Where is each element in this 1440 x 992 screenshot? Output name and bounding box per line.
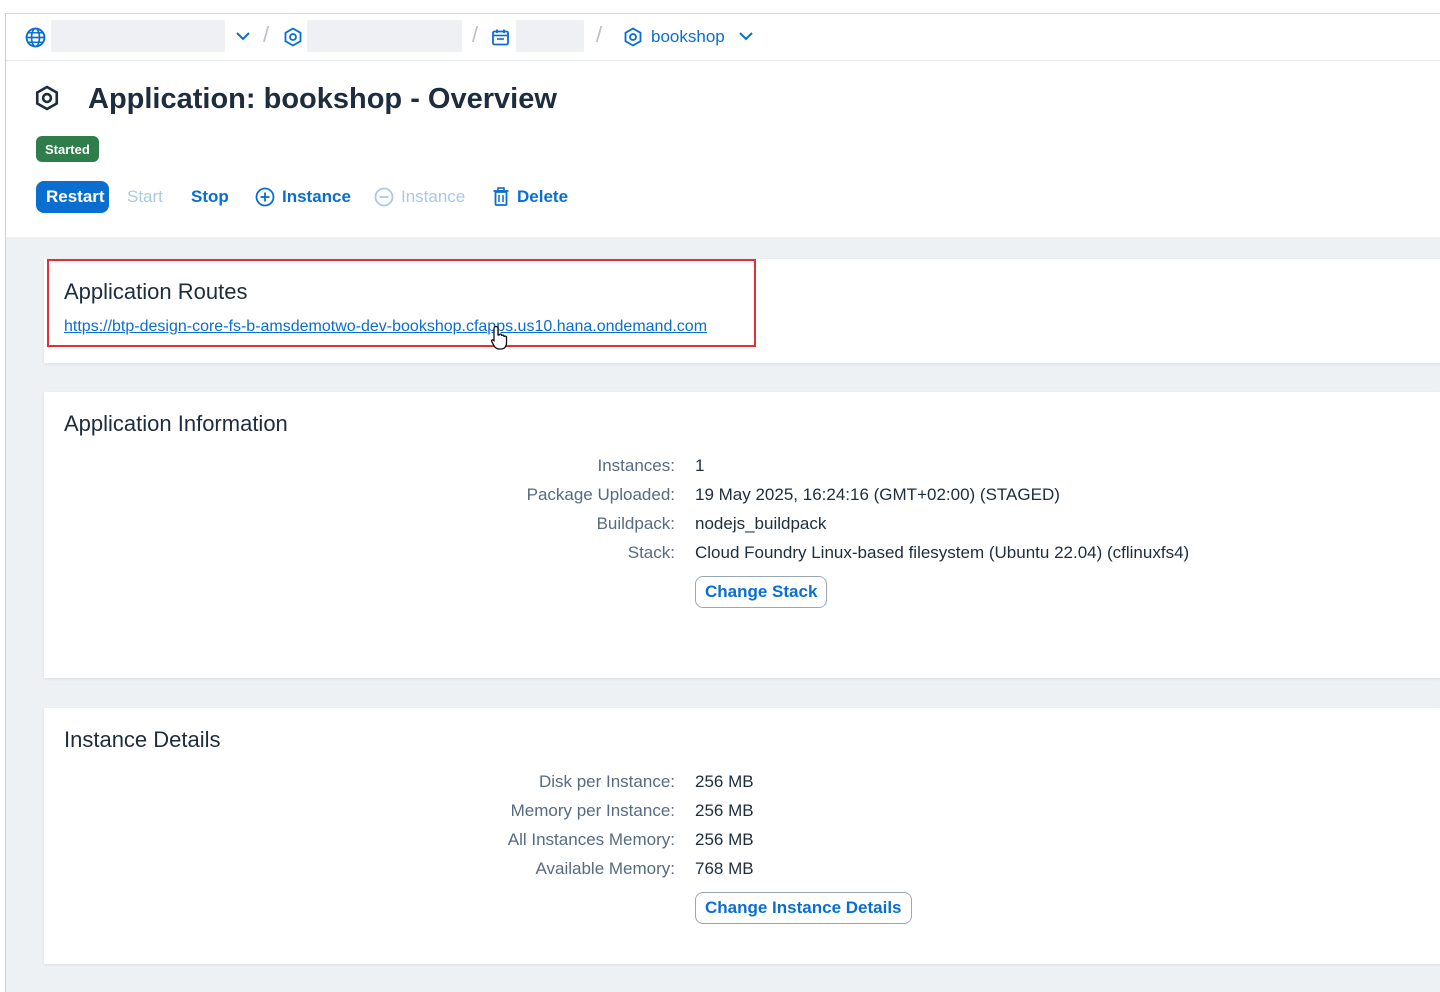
page-header: Application: bookshop - Overview Started… [6, 61, 1440, 237]
field-value: 19 May 2025, 16:24:16 (GMT+02:00) (STAGE… [695, 485, 1060, 504]
field-label: Package Uploaded: [526, 485, 675, 504]
change-instance-details-button[interactable]: Change Instance Details [695, 892, 912, 924]
add-instance-label: Instance [282, 187, 351, 206]
breadcrumb-separator: / [472, 22, 479, 47]
field-value: 256 MB [695, 772, 754, 791]
delete-label: Delete [517, 187, 569, 206]
info-row-package-uploaded: Package Uploaded: 19 May 2025, 16:24:16 … [44, 485, 1440, 509]
stop-button[interactable]: Stop [191, 181, 229, 213]
breadcrumb-item-space[interactable] [516, 20, 584, 52]
chevron-down-icon[interactable] [235, 29, 251, 43]
space-icon [491, 28, 510, 47]
trash-icon [493, 187, 509, 206]
field-label: Stack: [627, 543, 675, 562]
field-label: Disk per Instance: [538, 772, 675, 791]
globe-icon[interactable] [25, 27, 46, 48]
route-highlight-box [47, 259, 756, 347]
field-label: Memory per Instance: [510, 801, 675, 820]
application-icon [623, 27, 643, 47]
field-label: Available Memory: [535, 859, 675, 878]
field-value: 768 MB [695, 859, 754, 878]
detail-row-memory: Memory per Instance: 256 MB [44, 801, 1440, 825]
application-information-card: Application Information Instances: 1 Pac… [44, 392, 1440, 678]
section-title: Application Information [64, 411, 288, 436]
add-instance-button[interactable]: Instance [255, 181, 351, 213]
instance-details-card: Instance Details Disk per Instance: 256 … [44, 708, 1440, 964]
detail-row-available-memory: Available Memory: 768 MB [44, 859, 1440, 883]
delete-button[interactable]: Delete [492, 181, 568, 213]
restart-button[interactable]: Restart [36, 181, 109, 213]
remove-instance-label: Instance [401, 187, 466, 206]
start-button[interactable]: Start [127, 181, 163, 213]
detail-row-all-memory: All Instances Memory: 256 MB [44, 830, 1440, 854]
change-stack-button[interactable]: Change Stack [695, 576, 828, 608]
info-row-buildpack: Buildpack: nodejs_buildpack [44, 514, 1440, 538]
field-value: 256 MB [695, 830, 754, 849]
detail-row-disk: Disk per Instance: 256 MB [44, 772, 1440, 796]
app-frame: / / / bookshop Application: bookshop - O… [5, 13, 1440, 992]
chevron-down-icon[interactable] [738, 29, 754, 43]
subaccount-icon [283, 27, 303, 47]
info-row-instances: Instances: 1 [44, 456, 1440, 480]
breadcrumb-item-subaccount[interactable] [307, 20, 462, 52]
info-row-stack: Stack: Cloud Foundry Linux-based filesys… [44, 543, 1440, 567]
breadcrumb-item-application[interactable]: bookshop [651, 27, 725, 47]
breadcrumb-separator: / [596, 22, 603, 47]
field-label: Instances: [597, 456, 676, 475]
breadcrumb-separator: / [263, 22, 270, 47]
field-value: 256 MB [695, 801, 754, 820]
field-value: 1 [695, 456, 705, 475]
field-label: Buildpack: [596, 514, 675, 533]
status-badge: Started [36, 136, 99, 162]
hand-cursor-icon [490, 325, 510, 356]
breadcrumb-item-global-account[interactable] [51, 20, 225, 52]
application-icon [34, 85, 60, 116]
page-title: Application: bookshop - Overview [88, 83, 557, 115]
section-title: Instance Details [64, 727, 221, 752]
field-label: All Instances Memory: [507, 830, 675, 849]
top-strip [0, 0, 1440, 14]
field-value: Cloud Foundry Linux-based filesystem (Ub… [695, 543, 1190, 562]
remove-circle-icon [374, 187, 394, 207]
field-value: nodejs_buildpack [695, 514, 827, 533]
remove-instance-button[interactable]: Instance [374, 181, 465, 213]
breadcrumb: / / / bookshop [6, 14, 1440, 61]
add-circle-icon [255, 187, 275, 207]
